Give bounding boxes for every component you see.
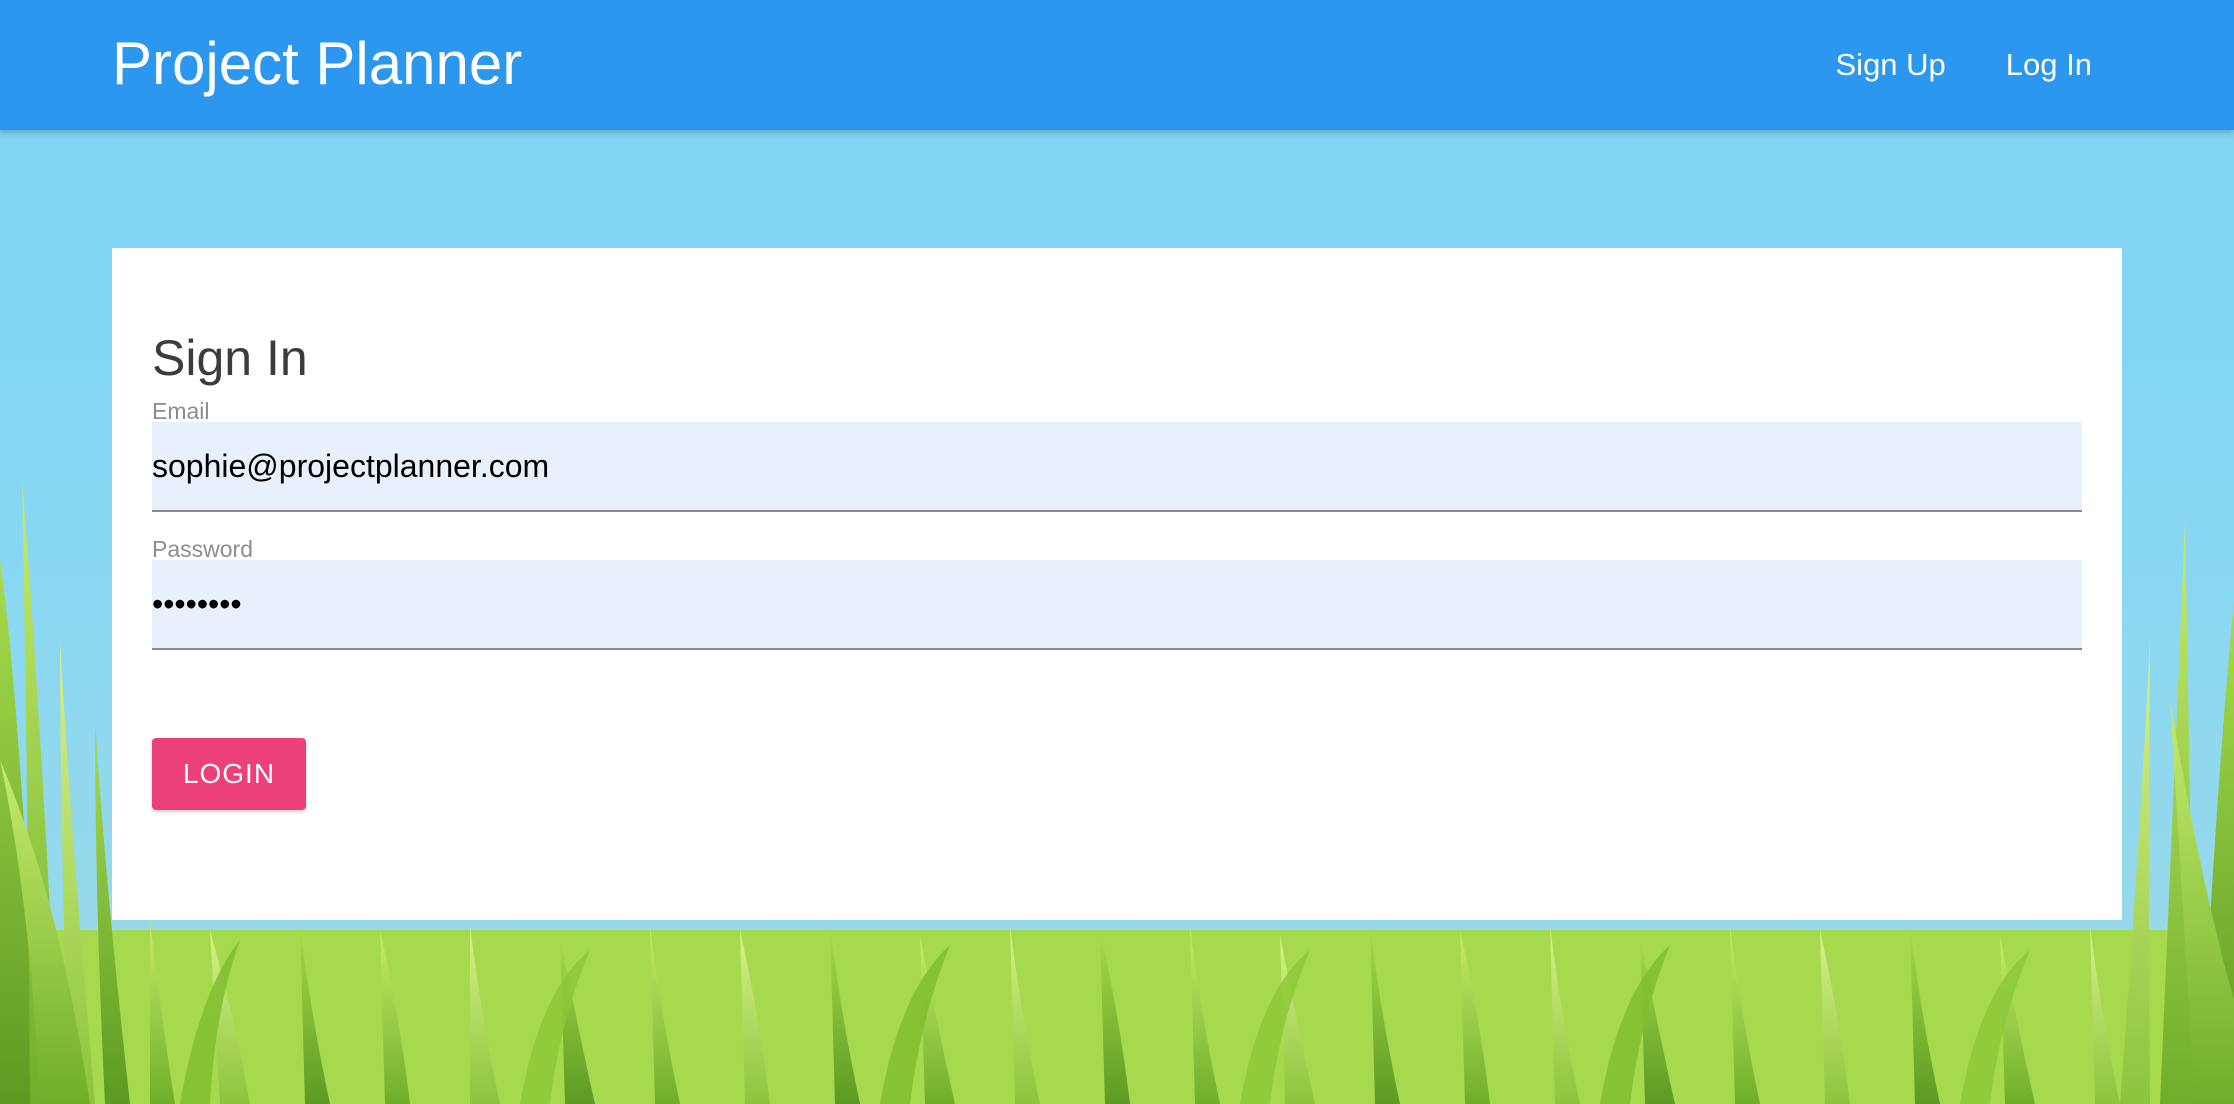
nav-log-in-link[interactable]: Log In [2006, 47, 2092, 83]
nav-sign-up-link[interactable]: Sign Up [1836, 47, 1946, 83]
email-field[interactable] [152, 422, 2082, 512]
brand-logo[interactable]: Project Planner [112, 28, 522, 100]
email-label: Email [152, 398, 210, 424]
sign-in-card: Sign In Email Password LOGIN [112, 248, 2122, 920]
password-label: Password [152, 536, 253, 562]
sign-in-title: Sign In [152, 330, 308, 386]
nav-links: Sign Up Log In [1776, 0, 2093, 130]
password-field[interactable] [152, 560, 2082, 650]
top-navbar: Project Planner Sign Up Log In [0, 0, 2234, 130]
login-button[interactable]: LOGIN [152, 738, 306, 810]
